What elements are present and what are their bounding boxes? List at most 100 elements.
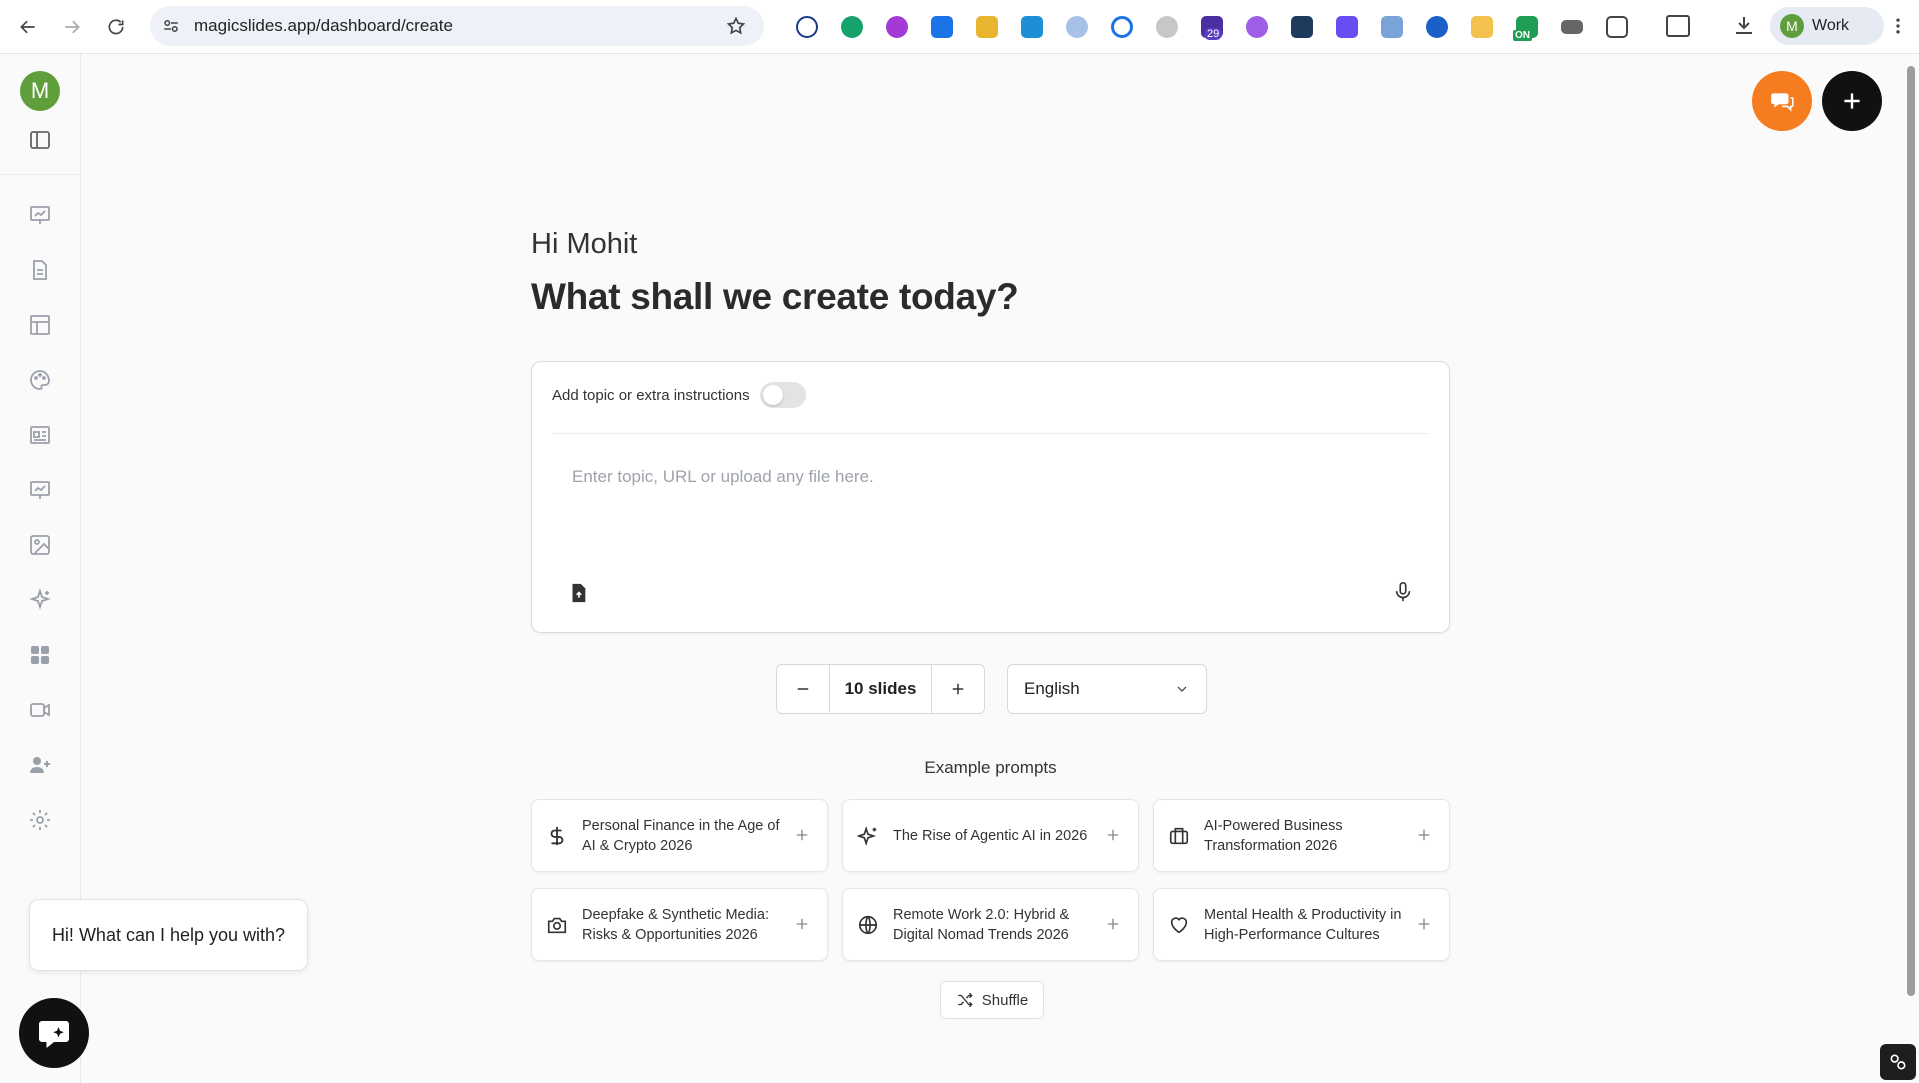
extension-on-badge: ON <box>1513 30 1532 41</box>
slides-list-icon[interactable] <box>28 423 52 447</box>
user-avatar[interactable]: M <box>20 71 60 111</box>
example-prompt-text: Deepfake & Synthetic Media: Risks & Oppo… <box>582 906 769 943</box>
bookmark-star-icon[interactable] <box>726 16 746 36</box>
plus-icon[interactable] <box>793 915 811 933</box>
extension-clapper-icon[interactable] <box>1279 9 1324 45</box>
example-prompt-card[interactable]: AI-Powered Business Transformation 2026 <box>1153 799 1450 872</box>
main-content: Hi Mohit What shall we create today? Add… <box>82 54 1900 1083</box>
extension-m-icon[interactable] <box>1009 9 1054 45</box>
feedback-button[interactable] <box>1752 71 1812 131</box>
arrow-left-icon <box>20 20 35 34</box>
document-icon[interactable] <box>28 258 52 282</box>
reload-button[interactable] <box>96 7 136 47</box>
profile-label: Work <box>1812 17 1850 34</box>
extension-badge-count: 29 <box>1204 28 1223 40</box>
extra-instructions-row: Add topic or extra instructions <box>552 382 806 408</box>
extension-image-icon[interactable] <box>1369 9 1414 45</box>
microphone-icon[interactable] <box>1392 580 1414 604</box>
plus-icon[interactable] <box>1104 826 1122 844</box>
chat-sparkle-icon <box>39 1021 69 1048</box>
extension-target-icon[interactable] <box>1099 9 1144 45</box>
video-icon[interactable] <box>28 698 52 722</box>
plus-icon[interactable] <box>1415 915 1433 933</box>
shuffle-icon <box>958 992 973 1008</box>
extension-grammarly-icon[interactable] <box>829 9 874 45</box>
plus-icon <box>952 683 964 695</box>
scrollbar-thumb[interactable] <box>1907 66 1915 996</box>
add-user-icon[interactable] <box>28 753 52 777</box>
upload-file-icon[interactable] <box>567 582 589 604</box>
example-prompt-card[interactable]: Deepfake & Synthetic Media: Risks & Oppo… <box>531 888 828 961</box>
extension-link-icon[interactable] <box>1054 9 1099 45</box>
reload-icon <box>108 19 124 35</box>
profile-avatar: M <box>1780 14 1804 38</box>
extra-instructions-toggle[interactable] <box>759 382 806 408</box>
create-new-button[interactable] <box>1822 71 1882 131</box>
extension-video-icon[interactable] <box>1549 9 1594 45</box>
prompt-divider <box>552 433 1429 434</box>
example-prompt-card[interactable]: Personal Finance in the Age of AI & Cryp… <box>531 799 828 872</box>
extension-search-icon[interactable] <box>1414 9 1459 45</box>
increase-slides-button[interactable] <box>932 665 984 713</box>
extension-d-icon[interactable] <box>1324 9 1369 45</box>
forward-button[interactable] <box>52 7 92 47</box>
image-icon[interactable] <box>28 533 52 557</box>
briefcase-icon <box>1169 827 1189 844</box>
extension-gear-icon[interactable] <box>1234 9 1279 45</box>
browser-toolbar: magicslides.app/dashboard/create 29 ON M… <box>0 0 1919 54</box>
sidebar-divider <box>0 174 81 175</box>
extensions-puzzle-icon[interactable] <box>1594 9 1639 45</box>
tab-search-icon[interactable] <box>1666 15 1690 37</box>
example-prompt-card[interactable]: Mental Health & Productivity in High-Per… <box>1153 888 1450 961</box>
shuffle-label: Shuffle <box>981 991 1029 1009</box>
profile-button[interactable]: M Work <box>1770 7 1884 45</box>
extension-yellow-icon[interactable] <box>964 9 1009 45</box>
decrease-slides-button[interactable] <box>777 665 829 713</box>
slide-count-stepper: 10 slides <box>776 664 985 714</box>
chevron-down-icon <box>1177 686 1187 692</box>
url-text[interactable]: magicslides.app/dashboard/create <box>194 16 453 36</box>
plus-icon[interactable] <box>793 826 811 844</box>
plus-icon[interactable] <box>1104 915 1122 933</box>
corner-tool-icon[interactable] <box>1880 1044 1916 1080</box>
extension-circle-icon[interactable] <box>1144 9 1189 45</box>
example-prompt-text: Remote Work 2.0: Hybrid & Digital Nomad … <box>893 906 1070 943</box>
download-icon[interactable] <box>1732 13 1756 39</box>
arrow-right-icon <box>65 20 80 34</box>
extension-c-icon[interactable] <box>784 9 829 45</box>
topic-input[interactable] <box>572 462 1412 492</box>
page-title: What shall we create today? <box>531 276 1019 317</box>
toggle-knob <box>762 385 783 405</box>
site-info-icon[interactable] <box>162 17 180 35</box>
language-value: English <box>1024 679 1080 698</box>
plus-icon[interactable] <box>1415 826 1433 844</box>
language-select[interactable]: English <box>1007 664 1207 714</box>
sidebar-toggle-icon[interactable] <box>28 128 52 152</box>
extension-blue-icon[interactable] <box>919 9 964 45</box>
browser-menu-icon[interactable] <box>1886 12 1910 40</box>
shuffle-button[interactable]: Shuffle <box>940 981 1044 1019</box>
chat-launcher-button[interactable] <box>19 998 89 1068</box>
extension-purple-icon[interactable] <box>874 9 919 45</box>
chart-board-icon[interactable] <box>28 478 52 502</box>
presentation-icon[interactable] <box>28 203 52 227</box>
example-prompts-grid: Personal Finance in the Age of AI & Cryp… <box>531 799 1450 961</box>
chat-bubbles-icon <box>1771 93 1794 112</box>
example-prompt-card[interactable]: Remote Work 2.0: Hybrid & Digital Nomad … <box>842 888 1139 961</box>
example-prompt-text: Personal Finance in the Age of AI & Cryp… <box>582 817 780 854</box>
example-prompt-text: The Rise of Agentic AI in 2026 <box>893 827 1088 844</box>
heart-icon <box>1170 916 1188 933</box>
apps-grid-icon[interactable] <box>28 643 52 667</box>
example-prompt-card[interactable]: The Rise of Agentic AI in 2026 <box>842 799 1139 872</box>
palette-icon[interactable] <box>28 368 52 392</box>
page-scrollbar[interactable] <box>1905 58 1915 998</box>
layout-icon[interactable] <box>28 313 52 337</box>
extension-m-yellow-icon[interactable] <box>1459 9 1504 45</box>
settings-gear-icon[interactable] <box>28 808 52 832</box>
back-button[interactable] <box>8 7 48 47</box>
address-bar[interactable]: magicslides.app/dashboard/create <box>150 6 764 46</box>
example-prompt-text: AI-Powered Business Transformation 2026 <box>1204 817 1343 854</box>
sparkles-icon[interactable] <box>28 588 52 612</box>
chat-greeting-bubble[interactable]: Hi! What can I help you with? <box>29 899 308 971</box>
globe-icon <box>858 915 878 934</box>
